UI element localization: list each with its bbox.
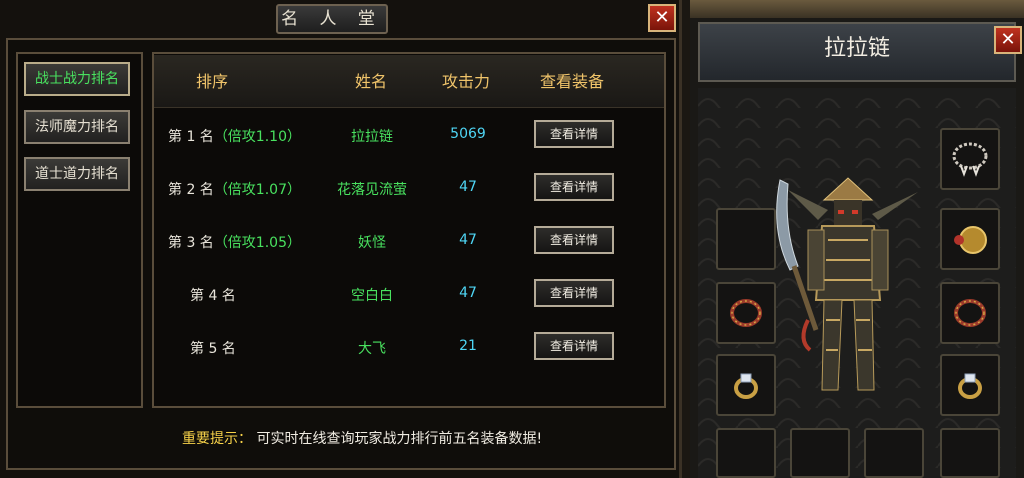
necklace-icon [952,142,988,177]
header-name: 姓名 [355,72,388,91]
multiplier-text: （倍攻1.05） [213,235,301,251]
background-strip [690,0,1024,18]
sidebar-item-warrior-ranking[interactable]: 战士战力排名 [24,62,130,96]
rank-text: 第 5 名 [190,341,236,357]
window-title: 名 人 堂 [276,4,388,34]
player-name: 空白白 [351,288,393,304]
ring-icon [734,373,758,399]
header-attack: 攻击力 [442,72,491,91]
sidebar [16,52,143,408]
player-name: 拉拉链 [351,129,393,145]
equipment-slot[interactable] [716,428,776,478]
table-row-rank: 第 3 名（倍攻1.05） [168,232,301,252]
equipment-slot[interactable] [790,428,850,478]
view-details-button[interactable]: 查看详情 [534,120,614,148]
attack-value: 5069 [450,126,486,142]
view-details-button[interactable]: 查看详情 [534,332,614,360]
sidebar-item-mage-ranking[interactable]: 法师魔力排名 [24,110,130,144]
equipment-slot[interactable] [864,428,924,478]
bracelet-icon [730,299,762,327]
attack-value: 47 [459,179,477,195]
player-name: 大飞 [358,341,386,357]
close-icon: ✕ [1000,29,1016,50]
ring-left-slot[interactable] [716,354,776,416]
table-row-rank: 第 4 名 [190,285,236,305]
table-row-rank: 第 2 名（倍攻1.07） [168,179,301,199]
bracelet-right-slot[interactable] [940,282,1000,344]
tip-label: 重要提示： [182,431,252,447]
rank-text: 第 4 名 [190,288,236,304]
rank-text: 第 2 名 [168,182,214,198]
player-name: 花落见流萤 [337,182,407,198]
necklace-slot[interactable] [940,128,1000,190]
table-row-rank: 第 1 名（倍攻1.10） [168,126,301,146]
tip-text: 可实时在线查询玩家战力排行前五名装备数据! [256,431,543,447]
character-avatar [776,177,918,391]
attack-value: 47 [459,232,477,248]
player-name: 妖怪 [358,235,386,251]
close-icon: ✕ [654,7,670,28]
table-row-rank: 第 5 名 [190,338,236,358]
header-rank: 排序 [196,72,229,91]
attack-value: 21 [459,338,477,354]
view-details-button[interactable]: 查看详情 [534,226,614,254]
view-details-button[interactable]: 查看详情 [534,279,614,307]
multiplier-text: （倍攻1.07） [213,182,301,198]
rank-text: 第 1 名 [168,129,214,145]
ring-right-slot[interactable] [940,354,1000,416]
multiplier-text: （倍攻1.10） [213,129,301,145]
weapon-slot[interactable] [716,208,776,270]
view-details-button[interactable]: 查看详情 [534,173,614,201]
ring-icon [958,373,982,399]
character-close-button[interactable]: ✕ [994,26,1022,54]
character-name: 拉拉链 [823,36,890,61]
bracelet-left-slot[interactable] [716,282,776,344]
medal-icon [954,226,987,254]
sidebar-item-taoist-ranking[interactable]: 道士道力排名 [24,157,130,191]
sidebar-item-label: 法师魔力排名 [35,119,119,135]
bracelet-icon [954,299,986,327]
sidebar-item-label: 战士战力排名 [35,71,119,87]
equipment-slot[interactable] [940,428,1000,478]
sidebar-item-label: 道士道力排名 [35,166,119,182]
close-button[interactable]: ✕ [648,4,676,32]
attack-value: 47 [459,285,477,301]
header-view-equipment: 查看装备 [540,72,605,91]
rank-text: 第 3 名 [168,235,214,251]
medal-slot[interactable] [940,208,1000,270]
tip-message: 重要提示： 可实时在线查询玩家战力排行前五名装备数据! [182,428,542,448]
